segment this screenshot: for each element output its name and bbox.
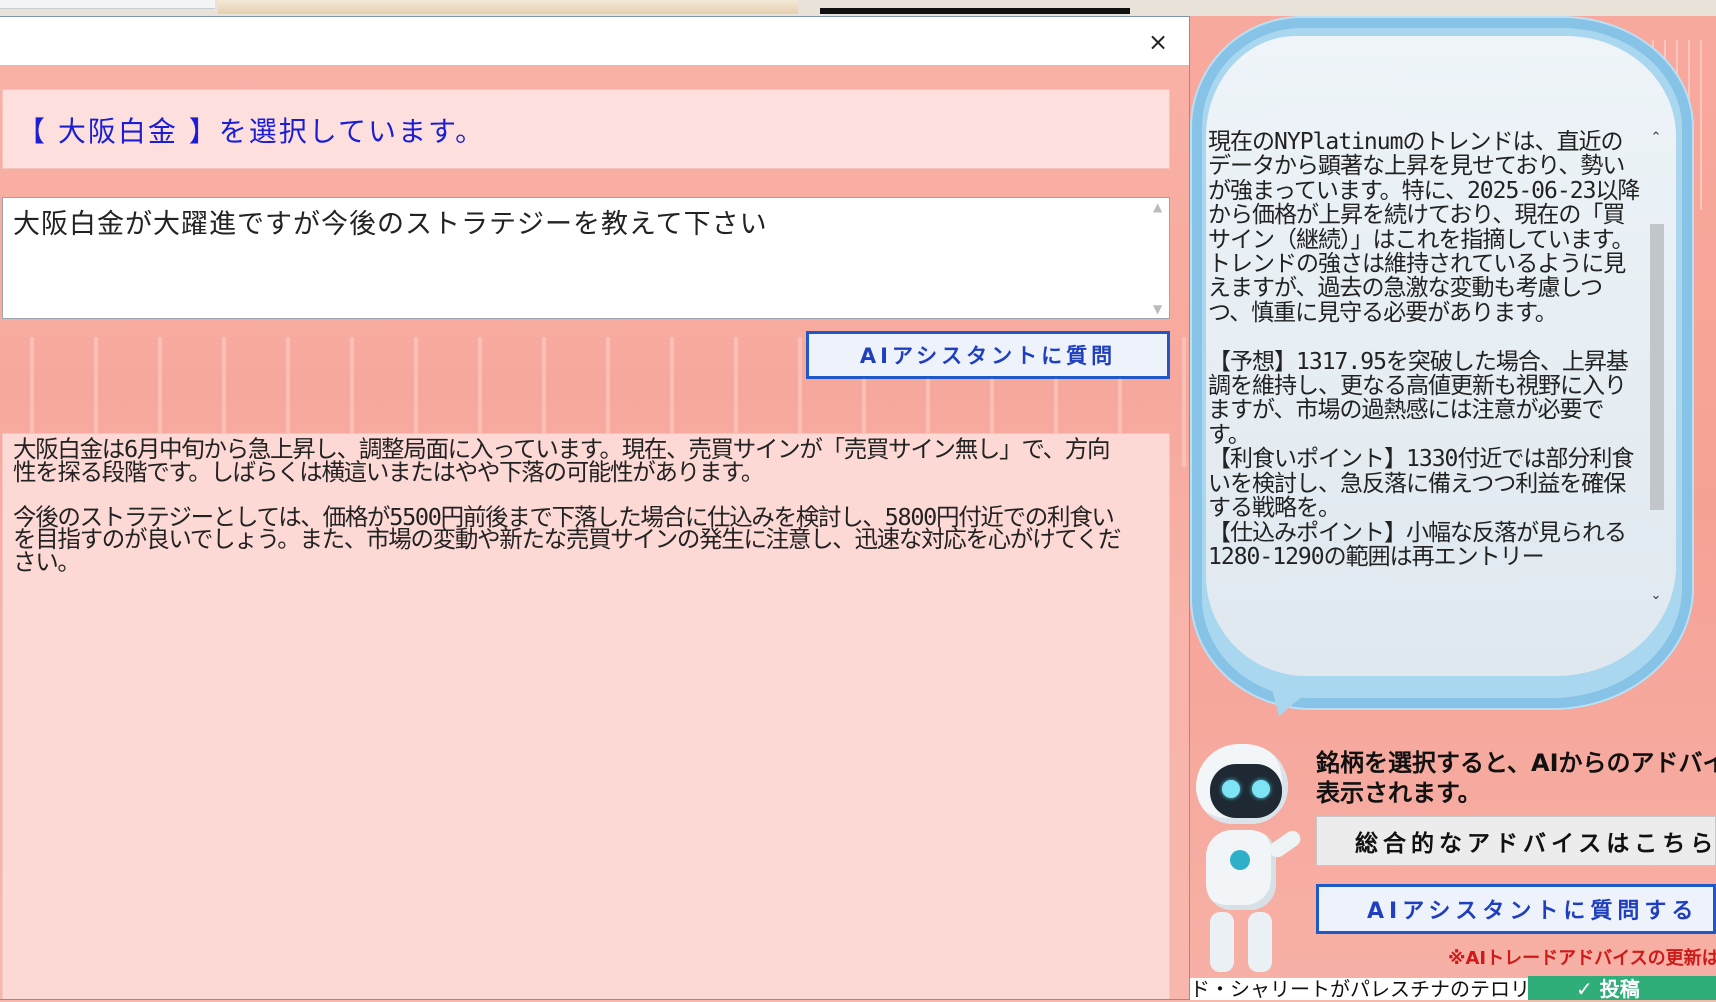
robot-head xyxy=(1196,744,1288,824)
dialog-titlebar[interactable]: × xyxy=(0,17,1189,65)
scroll-down-icon[interactable]: ⌄ xyxy=(1646,586,1666,606)
selected-symbol-banner: 【 大阪白金 】を選択しています。 xyxy=(2,89,1170,169)
scroll-down-icon[interactable]: ▼ xyxy=(1153,302,1162,316)
robot-mascot xyxy=(1190,740,1304,980)
ai-answer-text: 大阪白金は6月中旬から急上昇し、調整局面に入っています。現在、売買サインが「売買… xyxy=(13,435,1121,576)
scroll-thumb[interactable] xyxy=(1650,224,1664,510)
ai-question-dialog: × 【 大阪白金 】を選択しています。 大阪白金が大躍進ですが今後のストラテジー… xyxy=(0,16,1190,1000)
ai-advice-text: 現在のNYPlatinumのトレンドは、直近のデータから顕著な上昇を見せており、… xyxy=(1208,130,1640,570)
background-toolbar xyxy=(218,0,798,14)
post-button[interactable]: ✓ 投稿 xyxy=(1528,976,1716,1001)
advice-hint-text: 銘柄を選択すると、AIからのアドバイスが 表示されます。 xyxy=(1316,749,1716,807)
background-tab[interactable] xyxy=(0,0,215,9)
ask-ai-assistant-button-secondary[interactable]: AIアシスタントに質問する xyxy=(1316,884,1716,934)
background-dark-bar xyxy=(820,8,1130,14)
news-ticker[interactable]: ド・シャリートがパレスチナのテロリス xyxy=(1190,978,1530,1000)
question-scrollbar[interactable]: ▲ ▼ xyxy=(1149,200,1167,316)
robot-eye-icon xyxy=(1252,780,1270,798)
scroll-up-icon[interactable]: ⌃ xyxy=(1646,128,1666,148)
robot-body xyxy=(1206,830,1276,910)
robot-arm xyxy=(1266,827,1304,861)
question-input[interactable]: 大阪白金が大躍進ですが今後のストラテジーを教えて下さい ▲ ▼ xyxy=(2,197,1170,319)
ask-ai-assistant-button[interactable]: AIアシスタントに質問 xyxy=(806,331,1170,379)
scroll-up-icon[interactable]: ▲ xyxy=(1153,200,1162,214)
robot-eye-icon xyxy=(1222,780,1240,798)
robot-badge xyxy=(1230,850,1250,870)
close-icon[interactable]: × xyxy=(1141,25,1175,59)
robot-leg xyxy=(1248,912,1272,972)
update-notice: ※AIトレードアドバイスの更新は、 xyxy=(1448,948,1716,969)
background-window-strip xyxy=(0,0,1716,16)
robot-leg xyxy=(1210,912,1234,972)
selected-symbol-text: 【 大阪白金 】を選択しています。 xyxy=(17,115,486,148)
advice-scrollbar[interactable]: ⌃ ⌄ xyxy=(1646,128,1666,606)
question-text[interactable]: 大阪白金が大躍進ですが今後のストラテジーを教えて下さい xyxy=(13,202,768,241)
ai-answer-panel[interactable]: 大阪白金は6月中旬から急上昇し、調整局面に入っています。現在、売買サインが「売買… xyxy=(2,433,1170,999)
overall-advice-button[interactable]: 総合的なアドバイスはこちら xyxy=(1316,816,1716,866)
robot-face xyxy=(1210,764,1282,818)
